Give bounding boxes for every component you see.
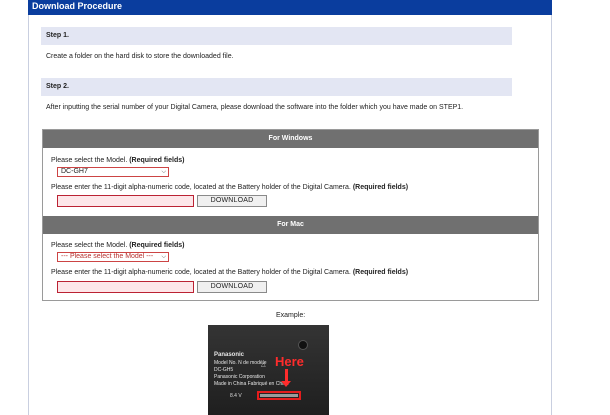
mac-download-button[interactable]: DOWNLOAD	[197, 281, 267, 293]
windows-model-value: DC-GH7	[61, 168, 88, 175]
mac-model-required: (Required fields)	[129, 242, 185, 249]
mac-model-prompt: Please select the Model.	[51, 242, 128, 249]
windows-model-prompt: Please select the Model.	[51, 157, 128, 164]
windows-model-select[interactable]: DC-GH7 ⌵	[57, 167, 169, 177]
windows-section-heading: For Windows	[43, 130, 538, 148]
camera-model-no: Model No. N de modèle	[214, 360, 267, 366]
battery-holder-example-image: Panasonic Model No. N de modèle DC-GH5 P…	[208, 325, 329, 415]
mac-code-required: (Required fields)	[352, 269, 409, 276]
here-annotation: Here	[275, 354, 304, 369]
step-2-label: Step 2.	[46, 83, 69, 90]
mac-section-heading: For Mac	[43, 216, 538, 234]
windows-model-label: Please select the Model. (Required field…	[51, 157, 184, 164]
serial-code-highlight	[257, 391, 301, 400]
mac-model-value: --- Please select the Model ---	[61, 253, 154, 260]
step-2-text: After inputting the serial number of you…	[46, 104, 464, 111]
windows-code-required: (Required fields)	[352, 184, 409, 191]
step-2-bar: Step 2.	[41, 78, 512, 96]
page-header: Download Procedure	[28, 0, 552, 15]
mac-code-input[interactable]	[57, 281, 194, 293]
chevron-down-icon: ⌵	[161, 254, 166, 260]
camera-corp: Panasonic Corporation	[214, 374, 265, 380]
camera-model: DC-GH5	[214, 367, 234, 373]
camera-origin: Made in China Fabriqué en Chine	[214, 381, 289, 387]
page-title: Download Procedure	[32, 1, 123, 11]
chevron-down-icon: ⌵	[161, 169, 166, 175]
step-1-label: Step 1.	[46, 32, 69, 39]
windows-code-input[interactable]	[57, 195, 194, 207]
voltage-label: 8.4 V	[230, 393, 242, 399]
step-1-bar: Step 1.	[41, 27, 512, 45]
arrow-head-icon	[281, 381, 291, 387]
windows-code-label: Please enter the 11-digit alpha-numeric …	[51, 184, 408, 191]
download-panel: For Windows Please select the Model. (Re…	[42, 129, 539, 301]
example-label: Example:	[276, 312, 306, 319]
screw-hole	[298, 340, 308, 350]
windows-model-required: (Required fields)	[129, 157, 185, 164]
warning-triangle-icon: △	[261, 362, 266, 368]
mac-code-prompt: Please enter the 11-digit alpha-numeric …	[51, 269, 351, 276]
windows-code-prompt: Please enter the 11-digit alpha-numeric …	[51, 184, 351, 191]
step-1-text: Create a folder on the hard disk to stor…	[46, 53, 234, 60]
mac-model-select[interactable]: --- Please select the Model --- ⌵	[57, 252, 169, 262]
mac-model-label: Please select the Model. (Required field…	[51, 242, 184, 249]
windows-download-button[interactable]: DOWNLOAD	[197, 195, 267, 207]
camera-brand: Panasonic	[214, 352, 245, 358]
mac-code-label: Please enter the 11-digit alpha-numeric …	[51, 269, 408, 276]
